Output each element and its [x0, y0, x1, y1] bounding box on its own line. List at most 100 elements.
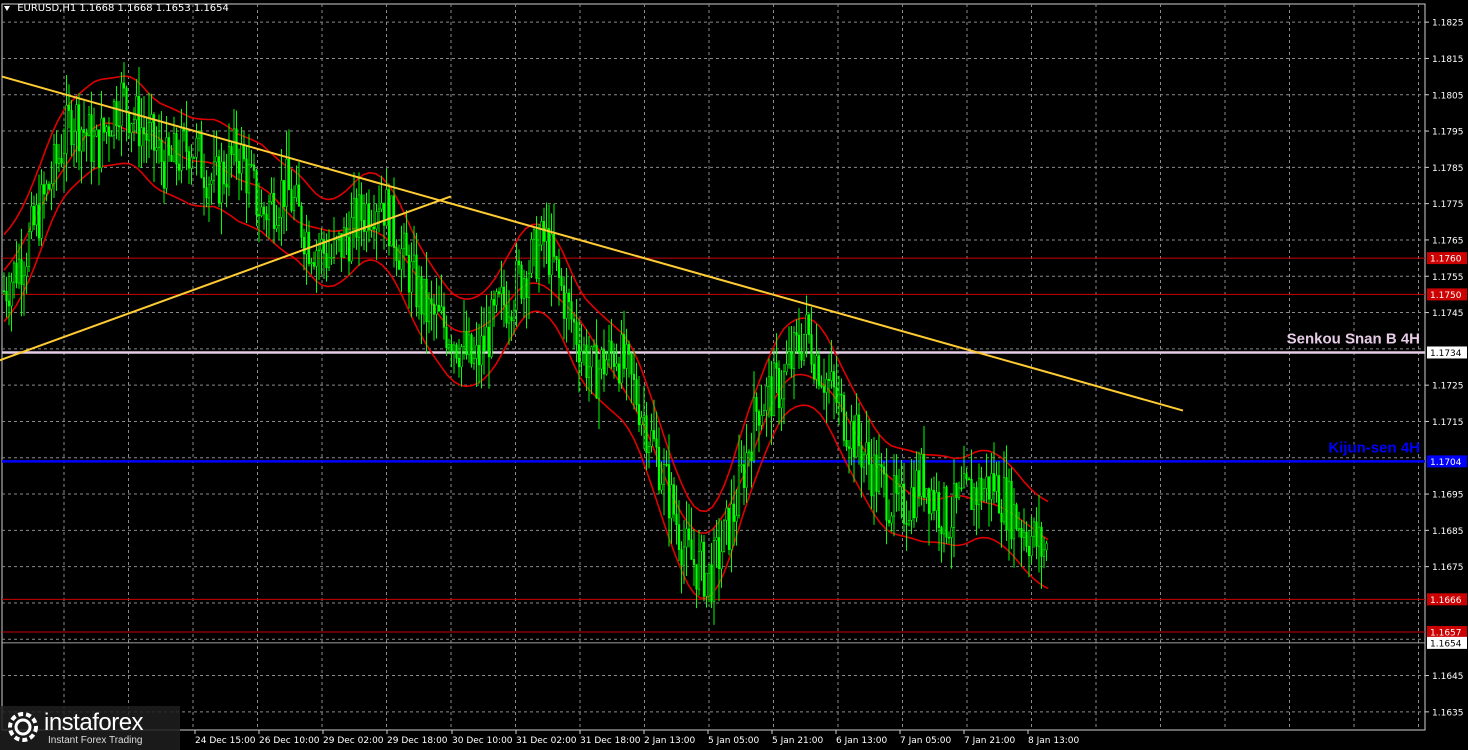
- candle-body: [907, 519, 911, 525]
- candle-body: [780, 398, 783, 409]
- candle-body: [882, 466, 886, 475]
- candle-body: [317, 249, 321, 252]
- candle-body: [462, 330, 466, 347]
- candle-body: [885, 473, 888, 521]
- candle-body: [397, 260, 401, 270]
- x-tick-label: 31 Dec 02:00: [516, 736, 577, 746]
- candle-body: [630, 354, 633, 375]
- candle-body: [145, 133, 148, 141]
- candle-body: [587, 366, 591, 378]
- candle-body: [12, 262, 16, 283]
- x-tick-label: 7 Jan 05:00: [900, 736, 952, 746]
- candle-body: [112, 101, 116, 136]
- candle-body: [45, 183, 48, 195]
- candle-body: [860, 445, 863, 468]
- y-tick-label: 1.1785: [1432, 164, 1464, 174]
- y-tick-label: 1.1635: [1432, 708, 1464, 718]
- candle-body: [400, 248, 403, 270]
- candle-body: [427, 298, 431, 323]
- candle-body: [685, 528, 688, 548]
- candle-body: [862, 454, 866, 468]
- candle-body: [25, 266, 28, 277]
- candle-body: [417, 276, 421, 308]
- candle-body: [47, 183, 51, 190]
- candle-body: [435, 304, 438, 315]
- y-tick-label: 1.1815: [1432, 55, 1464, 65]
- candle-body: [35, 204, 38, 226]
- candle-body: [982, 488, 986, 501]
- candle-body: [732, 503, 736, 522]
- candle-body: [562, 285, 566, 319]
- candle-body: [52, 144, 56, 184]
- candle-body: [772, 362, 776, 417]
- candle-body: [165, 137, 168, 189]
- candle-body: [727, 507, 731, 550]
- candle-body: [602, 349, 606, 375]
- candle-body: [420, 276, 423, 315]
- dropdown-icon[interactable]: [4, 5, 10, 11]
- candle-body: [142, 127, 146, 135]
- candle-body: [375, 211, 378, 230]
- price-chart[interactable]: 1.1825 1.1815 1.1805 1.1795 1.1785 1.1775 1.17…: [0, 0, 1468, 750]
- candle-body: [985, 476, 988, 489]
- candle-body: [92, 135, 96, 162]
- level-price-label: 1.1704: [1430, 458, 1462, 468]
- candle-body: [220, 161, 223, 204]
- candle-body: [257, 214, 261, 217]
- candle-body: [535, 229, 538, 279]
- candle-body: [670, 484, 673, 519]
- candle-body: [97, 129, 101, 168]
- logo-tagline: Instant Forex Trading: [48, 735, 143, 746]
- candle-body: [580, 350, 583, 363]
- y-tick-label: 1.1775: [1432, 200, 1464, 210]
- candle-body: [980, 477, 983, 501]
- candle-body: [620, 334, 623, 384]
- candle-body: [762, 410, 766, 416]
- candle-body: [480, 335, 483, 366]
- candle-body: [300, 205, 303, 238]
- candle-body: [847, 446, 851, 449]
- candle-body: [977, 477, 981, 505]
- candle-body: [222, 161, 226, 185]
- chart-header: EURUSD,H1 1.1668 1.1668 1.1653 1.1654: [4, 3, 229, 14]
- x-tick-label: 5 Jan 05:00: [708, 736, 760, 746]
- candle-body: [490, 299, 493, 358]
- candle-body: [55, 144, 58, 164]
- candle-body: [777, 368, 781, 409]
- candle-body: [560, 277, 563, 287]
- candle-body: [460, 346, 463, 368]
- candle-body: [1037, 526, 1041, 547]
- candle-body: [235, 128, 238, 162]
- candle-body: [180, 128, 183, 171]
- candle-body: [407, 254, 411, 293]
- candle-body: [1025, 531, 1028, 547]
- candle-body: [810, 334, 813, 365]
- candle-body: [205, 187, 208, 199]
- candle-body: [72, 130, 76, 146]
- candle-body: [212, 161, 216, 181]
- candle-body: [210, 179, 213, 185]
- candle-body: [1045, 543, 1048, 551]
- candle-body: [382, 202, 386, 226]
- candle-body: [342, 227, 346, 258]
- candle-body: [552, 233, 556, 257]
- candle-body: [625, 344, 628, 369]
- candle-body: [787, 351, 791, 365]
- candle-body: [95, 129, 98, 137]
- candle-body: [932, 489, 936, 511]
- candle-body: [852, 420, 856, 458]
- candle-body: [230, 146, 233, 155]
- candle-body: [635, 379, 638, 405]
- candle-body: [115, 101, 118, 127]
- candle-body: [927, 488, 931, 514]
- candle-body: [890, 515, 893, 524]
- candle-body: [597, 368, 601, 399]
- candle-body: [585, 344, 588, 378]
- candle-body: [567, 292, 571, 303]
- candle-body: [320, 239, 323, 251]
- candle-body: [940, 527, 943, 535]
- candle-body: [865, 442, 868, 456]
- candle-body: [947, 536, 951, 539]
- candle-body: [1015, 504, 1018, 530]
- candle-body: [67, 104, 71, 111]
